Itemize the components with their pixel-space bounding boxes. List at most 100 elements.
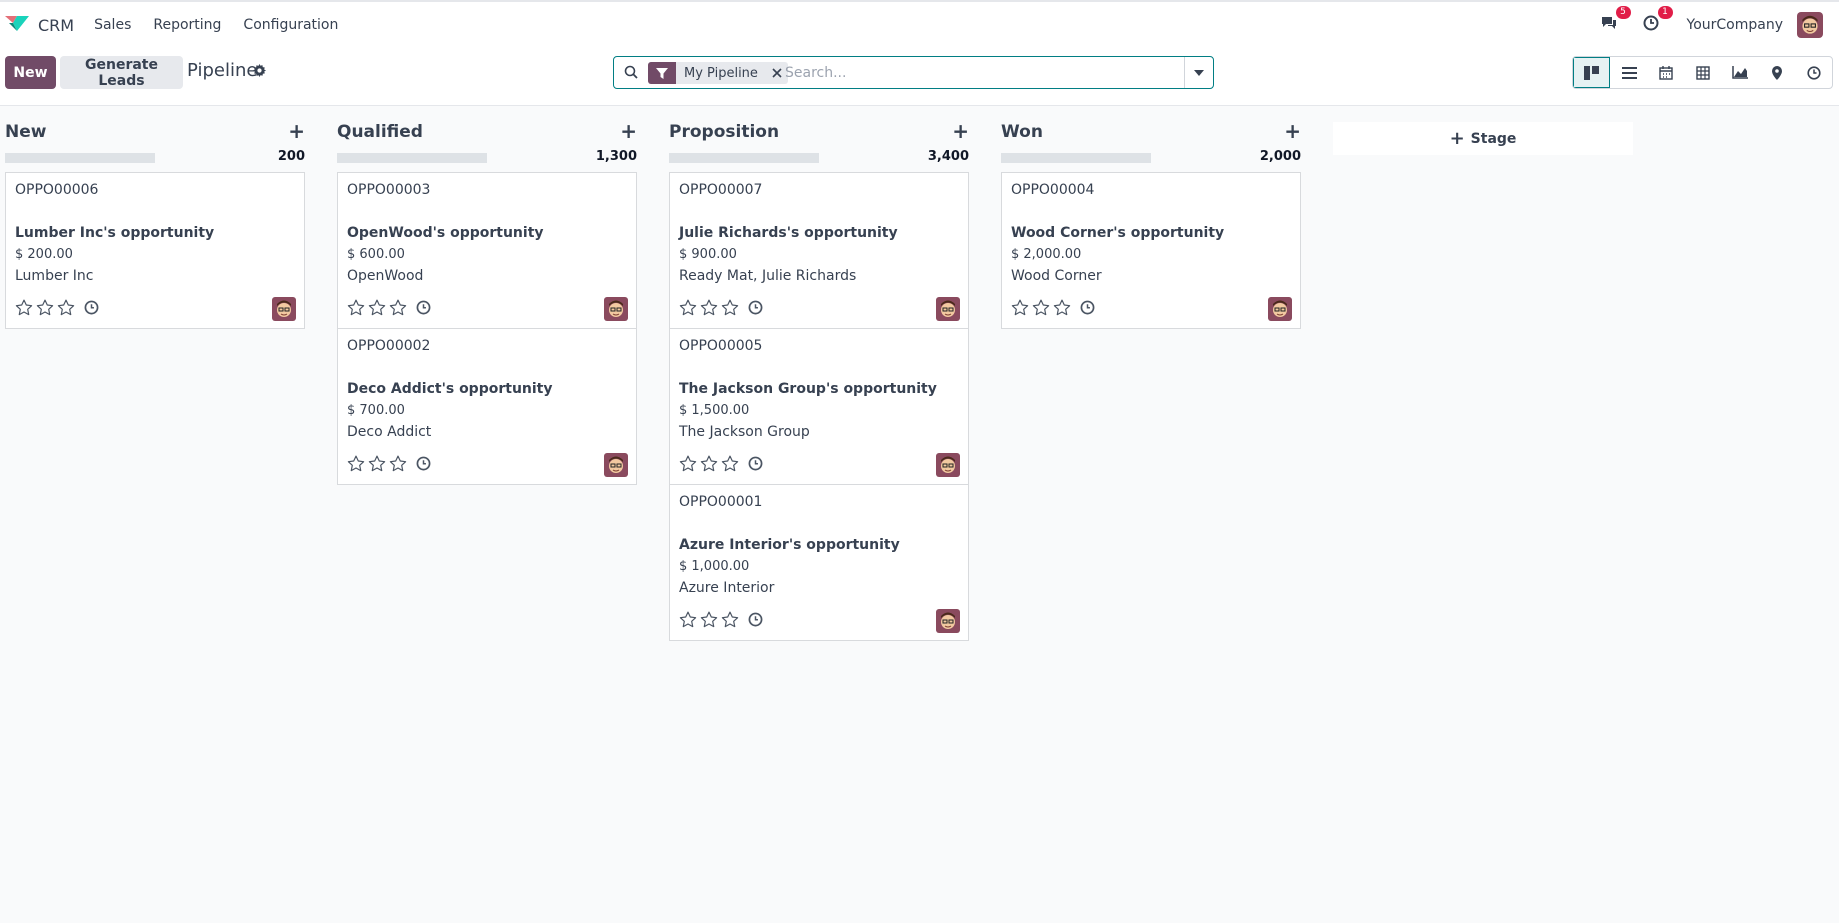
- card-amount: $ 900.00: [679, 247, 737, 262]
- card-title: Azure Interior's opportunity: [679, 537, 900, 553]
- card-title: OpenWood's opportunity: [347, 225, 544, 241]
- star-icon[interactable]: [347, 455, 365, 476]
- activity-clock-icon[interactable]: [1080, 300, 1095, 319]
- control-panel: New Generate Leads Pipeline My Pipeline: [0, 48, 1839, 106]
- star-icon[interactable]: [700, 611, 718, 632]
- menu-sales[interactable]: Sales: [94, 17, 131, 33]
- salesperson-avatar[interactable]: [936, 453, 960, 477]
- search-bar[interactable]: My Pipeline: [613, 56, 1214, 89]
- priority-stars: [679, 455, 763, 476]
- user-avatar[interactable]: [1797, 12, 1823, 38]
- opportunity-card[interactable]: OPPO00001 Azure Interior's opportunity $ 1…: [669, 484, 969, 641]
- star-icon[interactable]: [700, 299, 718, 320]
- activity-view-button[interactable]: [1795, 57, 1832, 88]
- graph-view-button[interactable]: [1721, 57, 1758, 88]
- column-title[interactable]: Proposition: [669, 122, 779, 142]
- star-icon[interactable]: [1011, 299, 1029, 320]
- kanban-view-button[interactable]: [1573, 57, 1610, 88]
- column-total: 1,300: [595, 149, 637, 164]
- list-view-button[interactable]: [1610, 57, 1647, 88]
- map-view-button[interactable]: [1758, 57, 1795, 88]
- star-icon[interactable]: [389, 455, 407, 476]
- activity-clock-icon[interactable]: [416, 456, 431, 475]
- app-brand[interactable]: CRM: [4, 13, 94, 37]
- salesperson-avatar[interactable]: [604, 453, 628, 477]
- calendar-icon: [1659, 65, 1673, 80]
- app-name[interactable]: CRM: [38, 16, 74, 35]
- pivot-view-button[interactable]: [1684, 57, 1721, 88]
- column-title[interactable]: Won: [1001, 122, 1043, 142]
- chat-icon: [1600, 15, 1618, 35]
- opportunity-card[interactable]: OPPO00003 OpenWood's opportunity $ 600.00 O…: [337, 172, 637, 329]
- column-progress-bar[interactable]: [337, 153, 487, 163]
- activity-clock-icon[interactable]: [748, 612, 763, 631]
- column-title[interactable]: New: [5, 122, 46, 142]
- card-title: Lumber Inc's opportunity: [15, 225, 215, 241]
- search-input[interactable]: [785, 62, 1165, 84]
- salesperson-avatar[interactable]: [604, 297, 628, 321]
- opportunity-card[interactable]: OPPO00005 The Jackson Group's opportunity…: [669, 328, 969, 485]
- card-partner: Wood Corner: [1011, 268, 1102, 284]
- star-icon[interactable]: [389, 299, 407, 320]
- menu-reporting[interactable]: Reporting: [153, 17, 221, 33]
- star-icon[interactable]: [721, 611, 739, 632]
- column-progress-bar[interactable]: [1001, 153, 1151, 163]
- star-icon[interactable]: [347, 299, 365, 320]
- star-icon[interactable]: [36, 299, 54, 320]
- gear-icon[interactable]: [253, 64, 266, 81]
- activities-button[interactable]: 1: [1639, 6, 1673, 37]
- card-reference: OPPO00001: [679, 494, 763, 510]
- company-switcher[interactable]: YourCompany: [1687, 17, 1784, 33]
- star-icon[interactable]: [1053, 299, 1071, 320]
- quick-create-icon[interactable]: +: [1284, 121, 1301, 141]
- star-icon[interactable]: [721, 299, 739, 320]
- messages-button[interactable]: 5: [1597, 6, 1631, 37]
- star-icon[interactable]: [679, 611, 697, 632]
- menu-configuration[interactable]: Configuration: [243, 17, 338, 33]
- map-icon: [1772, 65, 1782, 80]
- view-switcher: [1572, 56, 1833, 89]
- pivot-icon: [1696, 65, 1710, 80]
- priority-stars: [679, 299, 763, 320]
- card-title: Wood Corner's opportunity: [1011, 225, 1225, 241]
- column-header: Won +2,000: [1001, 106, 1301, 164]
- star-icon[interactable]: [700, 455, 718, 476]
- graph-icon: [1732, 66, 1748, 79]
- activity-clock-icon[interactable]: [748, 456, 763, 475]
- search-options-toggle[interactable]: [1184, 57, 1213, 88]
- add-stage-button[interactable]: + Stage: [1333, 122, 1633, 155]
- opportunity-card[interactable]: OPPO00007 Julie Richards's opportunity $ 9…: [669, 172, 969, 329]
- opportunity-card[interactable]: OPPO00002 Deco Addict's opportunity $ 700.…: [337, 328, 637, 485]
- star-icon[interactable]: [721, 455, 739, 476]
- star-icon[interactable]: [368, 299, 386, 320]
- quick-create-icon[interactable]: +: [952, 121, 969, 141]
- new-button[interactable]: New: [5, 56, 56, 89]
- star-icon[interactable]: [679, 455, 697, 476]
- opportunity-card[interactable]: OPPO00004 Wood Corner's opportunity $ 2,00…: [1001, 172, 1301, 329]
- generate-leads-button[interactable]: Generate Leads: [60, 56, 183, 89]
- salesperson-avatar[interactable]: [936, 297, 960, 321]
- star-icon[interactable]: [57, 299, 75, 320]
- activity-clock-icon[interactable]: [416, 300, 431, 319]
- quick-create-icon[interactable]: +: [288, 121, 305, 141]
- column-total: 3,400: [927, 149, 969, 164]
- salesperson-avatar[interactable]: [272, 297, 296, 321]
- quick-create-icon[interactable]: +: [620, 121, 637, 141]
- star-icon[interactable]: [679, 299, 697, 320]
- star-icon[interactable]: [368, 455, 386, 476]
- opportunity-card[interactable]: OPPO00006 Lumber Inc's opportunity $ 200.0…: [5, 172, 305, 329]
- column-progress-bar[interactable]: [5, 153, 155, 163]
- crm-logo-icon: [4, 13, 30, 37]
- star-icon[interactable]: [15, 299, 33, 320]
- salesperson-avatar[interactable]: [936, 609, 960, 633]
- filter-icon: [648, 62, 676, 84]
- column-title[interactable]: Qualified: [337, 122, 423, 142]
- card-reference: OPPO00002: [347, 338, 431, 354]
- activity-clock-icon[interactable]: [84, 300, 99, 319]
- calendar-view-button[interactable]: [1647, 57, 1684, 88]
- activity-clock-icon[interactable]: [748, 300, 763, 319]
- salesperson-avatar[interactable]: [1268, 297, 1292, 321]
- search-icon: [624, 65, 638, 83]
- star-icon[interactable]: [1032, 299, 1050, 320]
- column-progress-bar[interactable]: [669, 153, 819, 163]
